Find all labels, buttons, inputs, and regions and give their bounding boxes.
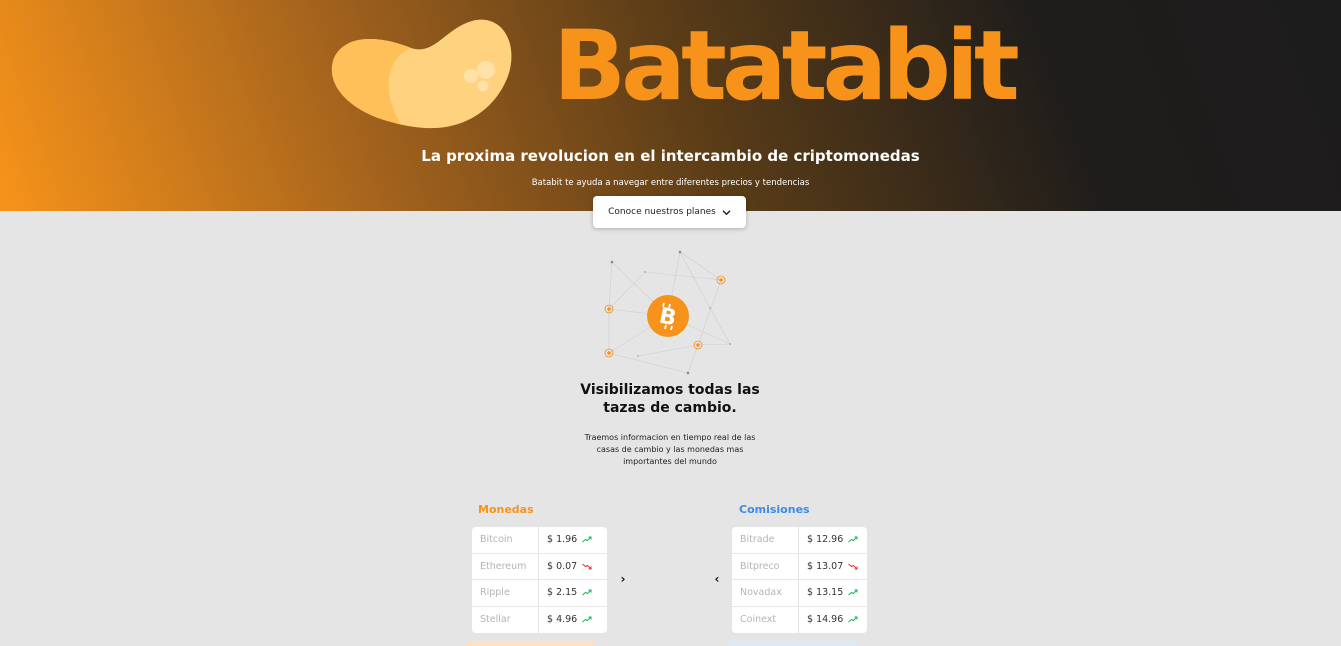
hero-header: Batatabit La proxima revolucion en el in… — [0, 0, 1341, 211]
coin-value: $ 4.96 — [547, 614, 578, 626]
hero-subtitle: Batabit te ayuda a navegar entre diferen… — [531, 178, 810, 188]
batata-logo-icon — [331, 19, 512, 129]
exchange-name: Novadax — [732, 580, 799, 606]
chevron-down-icon — [722, 209, 731, 215]
section-description: Traemos informacion en tiempo real de la… — [570, 432, 770, 468]
monedas-label: Monedas — [478, 503, 534, 516]
exchange-value: $ 13.07 — [807, 560, 844, 572]
section-desc-line1: Traemos informacion en tiempo real de la… — [584, 433, 756, 442]
trend-up-icon — [582, 536, 592, 543]
trend-down-icon — [582, 563, 592, 570]
trend-up-icon — [848, 536, 858, 543]
section-desc-line3: importantes del mundo — [623, 457, 717, 466]
trend-down-icon — [848, 563, 858, 570]
table-row: Bitcoin $ 1.96 — [472, 527, 607, 554]
comisiones-table: Bitrade $ 12.96 Bitpreco $ 13.07 Novadax… — [732, 527, 867, 633]
table-row: Novadax $ 13.15 — [732, 580, 867, 607]
exchange-name: Bitpreco — [732, 553, 799, 579]
section-desc-line2: casas de cambio y las monedas mas — [596, 445, 744, 454]
coin-value-cell: $ 2.15 — [539, 587, 607, 598]
prev-arrow-button[interactable]: ‹ — [711, 572, 723, 586]
coin-value: $ 1.96 — [547, 534, 578, 546]
hero-tagline: La proxima revolucion en el intercambio … — [421, 147, 920, 165]
coin-value-cell: $ 0.07 — [539, 561, 607, 572]
trend-up-icon — [582, 589, 592, 596]
coin-value: $ 0.07 — [547, 560, 578, 572]
table-row: Bitpreco $ 13.07 — [732, 553, 867, 580]
bitcoin-network-icon: B — [604, 250, 731, 375]
coin-value-cell: $ 4.96 — [539, 614, 607, 625]
coin-value-cell: $ 1.96 — [539, 534, 607, 545]
exchange-name: Bitrade — [732, 527, 799, 553]
plans-button[interactable]: Conoce nuestros planes — [593, 196, 746, 228]
table-row: Ethereum $ 0.07 — [472, 553, 607, 580]
next-section-card — [466, 641, 596, 646]
next-arrow-button[interactable]: › — [617, 572, 629, 586]
exchange-value: $ 13.15 — [807, 587, 844, 599]
coin-name: Bitcoin — [472, 527, 539, 553]
trend-up-icon — [582, 616, 592, 623]
trend-up-icon — [848, 589, 858, 596]
trend-up-icon — [848, 616, 858, 623]
exchange-value-cell: $ 14.96 — [799, 614, 867, 625]
next-section-card — [728, 641, 858, 646]
exchange-name: Coinext — [732, 606, 799, 633]
table-row: Bitrade $ 12.96 — [732, 527, 867, 554]
coin-value: $ 2.15 — [547, 587, 578, 599]
plans-button-label: Conoce nuestros planes — [608, 207, 716, 217]
coin-name: Stellar — [472, 606, 539, 633]
brand-name: Batatabit — [553, 10, 1020, 122]
table-row: Coinext $ 14.96 — [732, 606, 867, 633]
section-title-line2: tazas de cambio. — [603, 400, 737, 416]
table-row: Ripple $ 2.15 — [472, 580, 607, 607]
coin-name: Ripple — [472, 580, 539, 606]
section-title: Visibilizamos todas las tazas de cambio. — [570, 381, 770, 417]
exchange-value-cell: $ 13.15 — [799, 587, 867, 598]
exchange-value-cell: $ 12.96 — [799, 534, 867, 545]
coin-name: Ethereum — [472, 553, 539, 579]
exchange-value: $ 12.96 — [807, 534, 844, 546]
monedas-table: Bitcoin $ 1.96 Ethereum $ 0.07 Ripple $ … — [472, 527, 607, 633]
section-title-line1: Visibilizamos todas las — [580, 382, 760, 398]
exchange-value-cell: $ 13.07 — [799, 561, 867, 572]
comisiones-label: Comisiones — [739, 503, 810, 516]
exchange-value: $ 14.96 — [807, 614, 844, 626]
table-row: Stellar $ 4.96 — [472, 606, 607, 633]
